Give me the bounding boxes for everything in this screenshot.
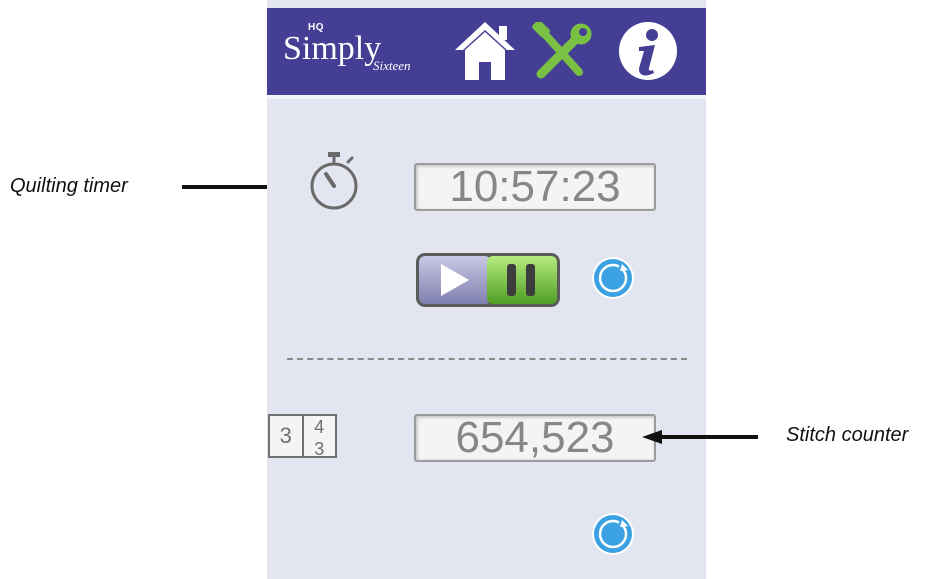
header-bar: HQ Simply Sixteen <box>267 8 706 95</box>
counter-icon-box: 3 4 3 <box>268 414 337 458</box>
reset-icon <box>592 257 634 299</box>
info-icon[interactable] <box>617 20 679 82</box>
brand-logo: Simply <box>283 30 382 67</box>
section-divider <box>287 358 687 360</box>
quilting-timer-annotation: Quilting timer <box>10 175 128 197</box>
device-screen: HQ Simply Sixteen 10:57:23 654,523 <box>267 0 706 579</box>
stitch-counter-display: 654,523 <box>414 414 656 462</box>
stopwatch-icon <box>310 152 358 210</box>
header-divider <box>267 95 706 99</box>
timer-display: 10:57:23 <box>414 163 656 211</box>
stitch-counter-annotation: Stitch counter <box>786 424 909 446</box>
counter-arrow-icon <box>642 430 758 444</box>
reset-icon <box>592 513 634 555</box>
counter-digit-bottom: 3 <box>314 439 325 459</box>
play-pause-toggle[interactable] <box>415 252 561 308</box>
brand-sub: Sixteen <box>373 58 411 73</box>
tools-icon[interactable] <box>531 22 593 82</box>
home-icon[interactable] <box>453 20 517 82</box>
timer-reset-button[interactable] <box>591 256 635 305</box>
counter-digit-right: 4 3 <box>301 416 336 459</box>
counter-reset-button[interactable] <box>591 512 635 561</box>
counter-digit-left: 3 <box>279 423 292 448</box>
counter-digit-top: 4 <box>314 417 325 437</box>
pause-icon <box>507 264 516 296</box>
